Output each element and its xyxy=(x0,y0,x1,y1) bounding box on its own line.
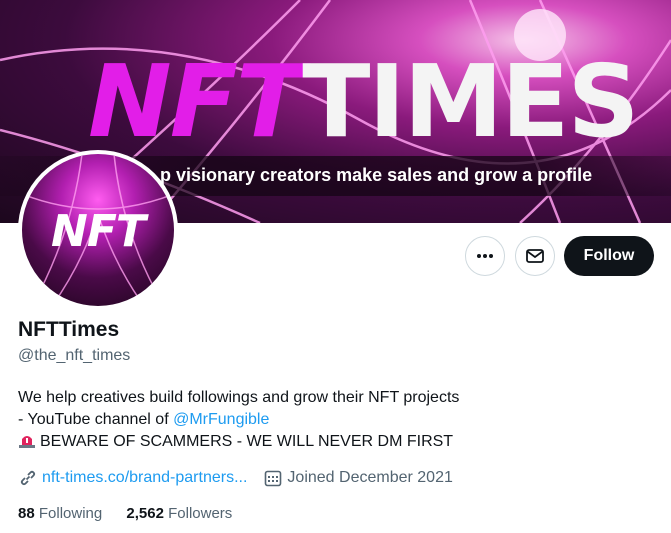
profile-handle: @the_nft_times xyxy=(18,347,131,364)
following-stat[interactable]: 88 Following xyxy=(18,505,102,522)
envelope-icon xyxy=(526,249,544,263)
banner-tagline: p visionary creators make sales and grow… xyxy=(160,165,593,185)
followers-stat[interactable]: 2,562 Followers xyxy=(126,505,232,522)
more-horizontal-icon xyxy=(477,254,493,258)
joined-date: Joined December 2021 xyxy=(287,469,453,486)
profile-name: NFTTimes xyxy=(18,318,120,341)
profile-stats: 88 Following 2,562 Followers xyxy=(18,505,232,522)
avatar-logo-text: NFT xyxy=(51,206,146,257)
siren-icon xyxy=(19,436,35,448)
bio-line-2: - YouTube channel of @MrFungible xyxy=(18,411,270,428)
profile-bio: We help creatives build followings and g… xyxy=(18,387,658,453)
follow-button[interactable]: Follow xyxy=(564,236,654,276)
link-icon xyxy=(18,468,38,488)
more-button[interactable] xyxy=(465,236,505,276)
website-link[interactable]: nft-times.co/brand-partners... xyxy=(42,469,247,487)
avatar[interactable]: NFT xyxy=(18,150,178,310)
mention-link[interactable]: @MrFungible xyxy=(173,411,269,428)
message-button[interactable] xyxy=(515,236,555,276)
calendar-icon xyxy=(263,468,283,488)
bio-line-1: We help creatives build followings and g… xyxy=(18,389,460,406)
banner-title: NFTTIMES xyxy=(88,43,639,160)
bio-line-3: BEWARE OF SCAMMERS - WE WILL NEVER DM FI… xyxy=(18,431,658,453)
profile-meta: nft-times.co/brand-partners... Joined De… xyxy=(18,468,453,488)
